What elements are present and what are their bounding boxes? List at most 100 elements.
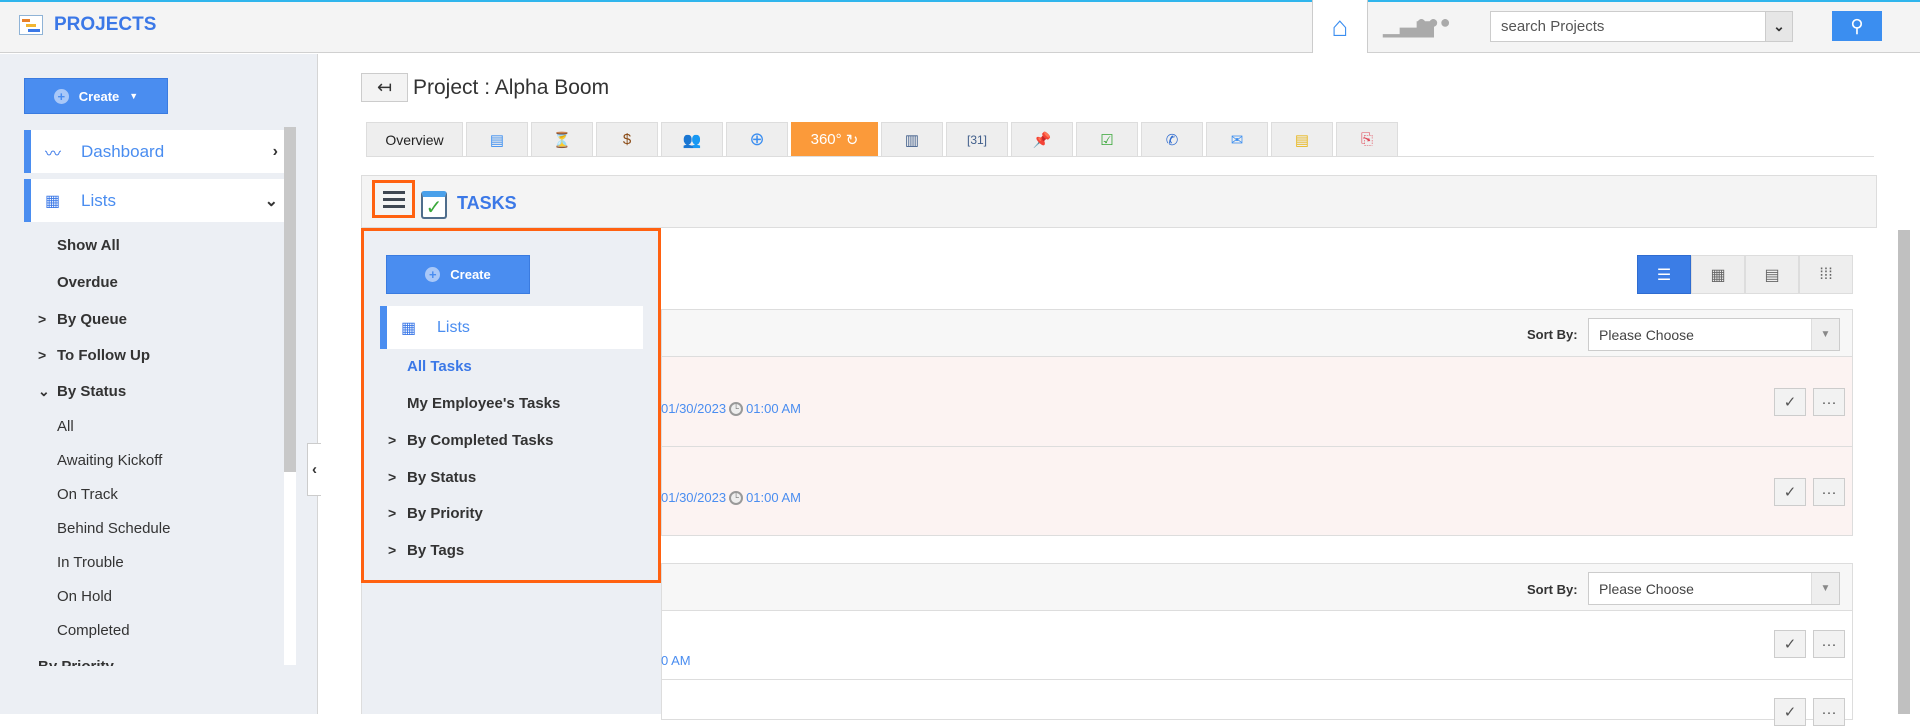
more-actions-button[interactable]: ··· [1813, 478, 1845, 506]
tab-team[interactable]: 👥 [661, 122, 723, 156]
list-by-status[interactable]: By Status [407, 469, 476, 486]
tab-pins[interactable]: 📌 [1011, 122, 1073, 156]
phone-icon: ✆ [1165, 131, 1179, 149]
more-icon: ··· [1821, 393, 1837, 411]
more-icon[interactable]: ●●● [1416, 12, 1452, 33]
list-show-all[interactable]: Show All [57, 237, 120, 254]
list-my-employees-tasks[interactable]: My Employee's Tasks [407, 395, 560, 412]
status-completed[interactable]: Completed [57, 622, 130, 639]
status-on-hold[interactable]: On Hold [57, 588, 112, 605]
chevron-right-icon[interactable]: > [38, 311, 46, 327]
tab-notes[interactable]: ▤ [1271, 122, 1333, 156]
app-title[interactable]: PROJECTS [54, 14, 156, 36]
panel-item-label: Lists [437, 318, 470, 336]
status-in-trouble[interactable]: In Trouble [57, 554, 124, 571]
mail-icon: ✉ [1230, 131, 1244, 149]
list-label: By Priority [38, 658, 114, 666]
calendar-icon: ▦ [1710, 266, 1726, 284]
complete-task-button[interactable]: ✓ [1774, 388, 1806, 416]
search-icon: ⚲ [1850, 15, 1864, 36]
tasks-header-bar [361, 175, 1877, 228]
chevron-right-icon[interactable]: > [38, 347, 46, 363]
main-scrollbar[interactable] [1898, 230, 1910, 714]
search-input[interactable]: search Projects [1490, 11, 1766, 42]
home-icon[interactable]: ⌂ [1312, 0, 1368, 53]
more-actions-button[interactable]: ··· [1813, 698, 1845, 726]
chevron-down-icon[interactable]: ⌄ [1766, 11, 1793, 42]
list-by-completed-tasks[interactable]: By Completed Tasks [407, 432, 553, 449]
list-view-button[interactable]: ☰ [1637, 255, 1691, 294]
status-all[interactable]: All [57, 418, 74, 435]
sidebar-item-dashboard[interactable]: 〰 Dashboard › [24, 130, 284, 173]
project-tabs: Overview ▤ ⏳ $ 👥 ⊕ 360° ↻ ▥ [31] 📌 ☑ ✆ ✉… [366, 122, 1398, 156]
create-button[interactable]: + Create ▼ [24, 78, 168, 114]
tab-attachments[interactable]: ⎘ [1336, 122, 1398, 156]
sidebar-scroll-thumb[interactable] [284, 127, 296, 472]
kanban-view-button[interactable]: ⁞⁞⁞ [1799, 255, 1853, 294]
create-label: Create [450, 267, 491, 282]
list-overdue[interactable]: Overdue [57, 274, 118, 291]
tab-calendar[interactable]: [31] [946, 122, 1008, 156]
tab-target[interactable]: ⊕ [726, 122, 788, 156]
sidebar-item-lists[interactable]: ▦ Lists ⌄ [24, 179, 284, 222]
table-view-button[interactable]: ▤ [1745, 255, 1799, 294]
chart-icon[interactable]: ▁▃▅ [1383, 12, 1434, 38]
caret-down-icon: ▼ [1811, 573, 1839, 604]
tab-mail[interactable]: ✉ [1206, 122, 1268, 156]
list-all-tasks[interactable]: All Tasks [407, 358, 472, 375]
chevron-right-icon[interactable]: > [388, 469, 396, 485]
chevron-down-icon[interactable]: ⌄ [38, 383, 50, 400]
panel-item-lists[interactable]: ▦ Lists [380, 306, 643, 349]
check-icon: ✓ [1783, 484, 1797, 501]
more-icon: ··· [1821, 635, 1837, 653]
list-by-queue[interactable]: By Queue [57, 311, 127, 328]
status-on-track[interactable]: On Track [57, 486, 118, 503]
tab-budget[interactable]: $ [596, 122, 658, 156]
list-by-tags[interactable]: By Tags [407, 542, 464, 559]
calendar-view-button[interactable]: ▦ [1691, 255, 1745, 294]
tab-gantt[interactable]: ▤ [466, 122, 528, 156]
task-row[interactable] [661, 447, 1853, 536]
refresh-icon: ↻ [841, 131, 859, 149]
complete-task-button[interactable]: ✓ [1774, 478, 1806, 506]
menu-toggle-button[interactable] [372, 180, 415, 218]
list-to-follow-up[interactable]: To Follow Up [57, 347, 150, 364]
back-button[interactable]: ↤ [361, 73, 408, 102]
tab-forms[interactable]: ▥ [881, 122, 943, 156]
tab-tasks[interactable]: ☑ [1076, 122, 1138, 156]
chevron-right-icon[interactable]: > [388, 505, 396, 521]
task-row[interactable] [661, 357, 1853, 447]
time-text: 0 AM [661, 653, 691, 668]
tasks-icon: ☑ [1100, 131, 1114, 149]
list-by-priority[interactable]: By Priority [38, 658, 114, 666]
more-actions-button[interactable]: ··· [1813, 630, 1845, 658]
task-row[interactable] [661, 611, 1853, 680]
task-due-date: 01/30/2023 └ 01:00 AM [661, 490, 801, 505]
complete-task-button[interactable]: ✓ [1774, 630, 1806, 658]
status-awaiting-kickoff[interactable]: Awaiting Kickoff [57, 452, 162, 469]
search-button[interactable]: ⚲ [1832, 11, 1882, 41]
chevron-right-icon[interactable]: > [388, 432, 396, 448]
check-icon: ✓ [1783, 704, 1797, 721]
chevron-right-icon[interactable]: > [388, 542, 396, 558]
sort-by-select[interactable]: Please Choose ▼ [1588, 318, 1840, 351]
chevron-left-icon: ‹ [312, 461, 317, 478]
task-row[interactable] [661, 680, 1853, 720]
create-task-button[interactable]: + Create [386, 255, 530, 294]
complete-task-button[interactable]: ✓ [1774, 698, 1806, 726]
create-label: Create [78, 88, 120, 104]
list-by-status[interactable]: By Status [57, 383, 126, 400]
tab-overview[interactable]: Overview [366, 122, 463, 156]
table-icon: ▤ [1764, 266, 1780, 284]
clock-icon: └ [729, 490, 744, 505]
tab-360[interactable]: 360° ↻ [791, 122, 878, 156]
tab-calls[interactable]: ✆ [1141, 122, 1203, 156]
status-behind-schedule[interactable]: Behind Schedule [57, 520, 170, 537]
tab-milestones[interactable]: ⏳ [531, 122, 593, 156]
collapse-sidebar-button[interactable]: ‹ [307, 443, 321, 496]
tabs-divider [366, 156, 1874, 157]
list-by-priority[interactable]: By Priority [407, 505, 483, 522]
more-actions-button[interactable]: ··· [1813, 388, 1845, 416]
time-text: 01:00 AM [746, 490, 802, 505]
sort-by-select[interactable]: Please Choose ▼ [1588, 572, 1840, 605]
